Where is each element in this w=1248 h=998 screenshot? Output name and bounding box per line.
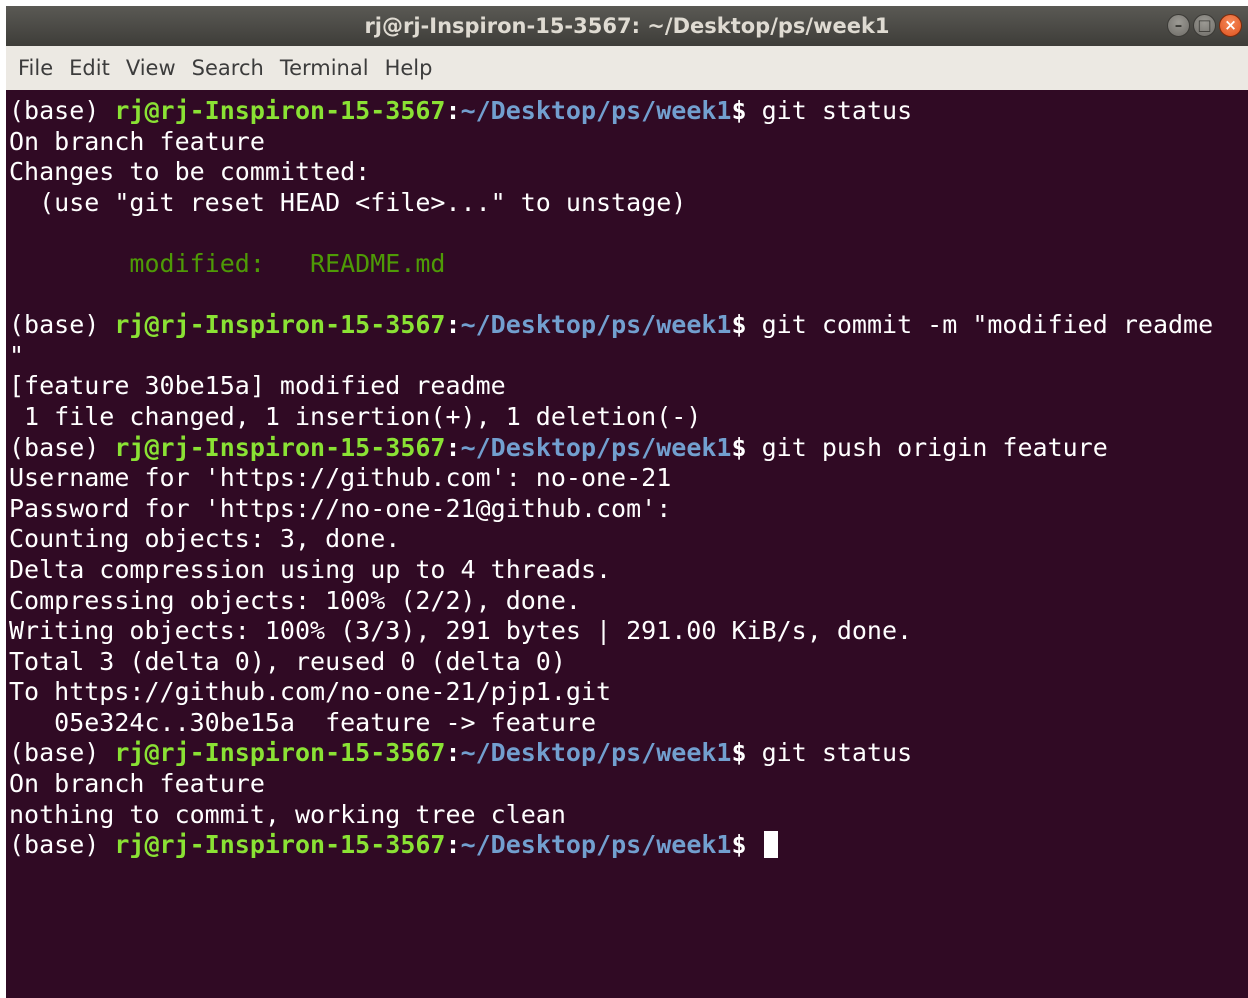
output-text: Total 3 (delta 0), reused 0 (delta 0) [9, 646, 566, 676]
output-line: " [9, 341, 1248, 372]
output-text: Delta compression using up to 4 threads. [9, 554, 612, 584]
minimize-icon[interactable]: – [1167, 14, 1190, 37]
prompt-env: (base) [9, 96, 115, 125]
menu-bar: File Edit View Search Terminal Help [6, 46, 1248, 90]
prompt-path: ~/Desktop/ps/week1 [460, 310, 732, 340]
prompt-env: (base) [9, 830, 115, 860]
prompt-env: (base) [9, 738, 115, 768]
menu-search[interactable]: Search [192, 56, 273, 80]
output-text: Username for 'https://github.com': no-on… [9, 463, 672, 493]
output-text: 1 file changed, 1 insertion(+), 1 deleti… [9, 401, 702, 431]
prompt-user-host: rj@rj-Inspiron-15-3567 [114, 830, 446, 860]
prompt-colon: : [445, 738, 461, 768]
prompt-colon: : [445, 96, 461, 125]
menu-file[interactable]: File [18, 56, 62, 80]
output-text: Counting objects: 3, done. [9, 524, 401, 554]
output-text: Compressing objects: 100% (2/2), done. [9, 585, 581, 615]
output-line: (use "git reset HEAD <file>..." to unsta… [9, 188, 1248, 219]
output-text: Password for 'https://no-one-21@github.c… [9, 493, 672, 523]
output-line: modified: README.md [9, 249, 1248, 280]
prompt-user-host: rj@rj-Inspiron-15-3567 [114, 738, 446, 768]
prompt-env: (base) [9, 432, 115, 462]
output-line: Counting objects: 3, done. [9, 524, 1248, 555]
prompt-symbol: $ [731, 310, 762, 340]
prompt-colon: : [445, 830, 461, 860]
prompt-path: ~/Desktop/ps/week1 [460, 738, 732, 768]
output-line: Username for 'https://github.com': no-on… [9, 463, 1248, 494]
output-line: Compressing objects: 100% (2/2), done. [9, 586, 1248, 617]
close-icon[interactable]: × [1219, 14, 1242, 37]
output-text: On branch feature [9, 126, 265, 156]
prompt-line: (base) rj@rj-Inspiron-15-3567:~/Desktop/… [9, 310, 1248, 341]
output-text: On branch feature [9, 769, 265, 799]
menu-view[interactable]: View [126, 56, 185, 80]
prompt-line: (base) rj@rj-Inspiron-15-3567:~/Desktop/… [9, 433, 1248, 464]
output-line: nothing to commit, working tree clean [9, 800, 1248, 831]
prompt-colon: : [445, 432, 461, 462]
menu-edit[interactable]: Edit [69, 56, 119, 80]
output-line: 1 file changed, 1 insertion(+), 1 deleti… [9, 402, 1248, 433]
prompt-path: ~/Desktop/ps/week1 [460, 830, 732, 860]
prompt-symbol: $ [731, 830, 762, 860]
prompt-user-host: rj@rj-Inspiron-15-3567 [114, 432, 446, 462]
prompt-line: (base) rj@rj-Inspiron-15-3567:~/Desktop/… [9, 830, 1248, 861]
title-bar[interactable]: rj@rj-Inspiron-15-3567: ~/Desktop/ps/wee… [6, 6, 1248, 46]
staged-file-line: modified: README.md [9, 248, 446, 278]
prompt-symbol: $ [731, 96, 762, 125]
text-cursor [763, 831, 778, 859]
output-text: nothing to commit, working tree clean [9, 799, 566, 829]
prompt-path: ~/Desktop/ps/week1 [460, 96, 732, 125]
terminal-output[interactable]: (base) rj@rj-Inspiron-15-3567:~/Desktop/… [6, 90, 1248, 998]
output-line: 05e324c..30be15a feature -> feature [9, 708, 1248, 739]
output-text: Changes to be committed: [9, 157, 371, 187]
output-line: Delta compression using up to 4 threads. [9, 555, 1248, 586]
output-text: (use "git reset HEAD <file>..." to unsta… [9, 187, 687, 217]
menu-help[interactable]: Help [385, 56, 442, 80]
output-line: To https://github.com/no-one-21/pjp1.git [9, 677, 1248, 708]
command-text: git status [761, 96, 913, 125]
window-title: rj@rj-Inspiron-15-3567: ~/Desktop/ps/wee… [364, 14, 890, 38]
maximize-icon[interactable]: □ [1193, 14, 1216, 37]
window-controls: – □ × [1167, 14, 1242, 37]
prompt-line: (base) rj@rj-Inspiron-15-3567:~/Desktop/… [9, 738, 1248, 769]
output-line: On branch feature [9, 769, 1248, 800]
prompt-env: (base) [9, 310, 115, 340]
menu-terminal[interactable]: Terminal [280, 56, 378, 80]
output-line: Writing objects: 100% (3/3), 291 bytes |… [9, 616, 1248, 647]
prompt-path: ~/Desktop/ps/week1 [460, 432, 732, 462]
prompt-symbol: $ [731, 432, 762, 462]
output-text: " [9, 340, 25, 370]
command-text: git status [761, 738, 913, 768]
prompt-user-host: rj@rj-Inspiron-15-3567 [114, 96, 446, 125]
prompt-colon: : [445, 310, 461, 340]
prompt-line: (base) rj@rj-Inspiron-15-3567:~/Desktop/… [9, 96, 1248, 127]
output-text: Writing objects: 100% (3/3), 291 bytes |… [9, 616, 913, 646]
output-line: [feature 30be15a] modified readme [9, 371, 1248, 402]
output-text: [feature 30be15a] modified readme [9, 371, 506, 401]
terminal-window: rj@rj-Inspiron-15-3567: ~/Desktop/ps/wee… [6, 6, 1248, 998]
output-line: Total 3 (delta 0), reused 0 (delta 0) [9, 647, 1248, 678]
prompt-symbol: $ [731, 738, 762, 768]
command-text: git push origin feature [761, 432, 1108, 462]
output-line: On branch feature [9, 127, 1248, 158]
command-text: git commit -m "modified readme [761, 310, 1214, 340]
output-text: To https://github.com/no-one-21/pjp1.git [9, 677, 612, 707]
prompt-user-host: rj@rj-Inspiron-15-3567 [114, 310, 446, 340]
output-line: Changes to be committed: [9, 157, 1248, 188]
output-text: 05e324c..30be15a feature -> feature [9, 707, 596, 737]
output-line: Password for 'https://no-one-21@github.c… [9, 494, 1248, 525]
